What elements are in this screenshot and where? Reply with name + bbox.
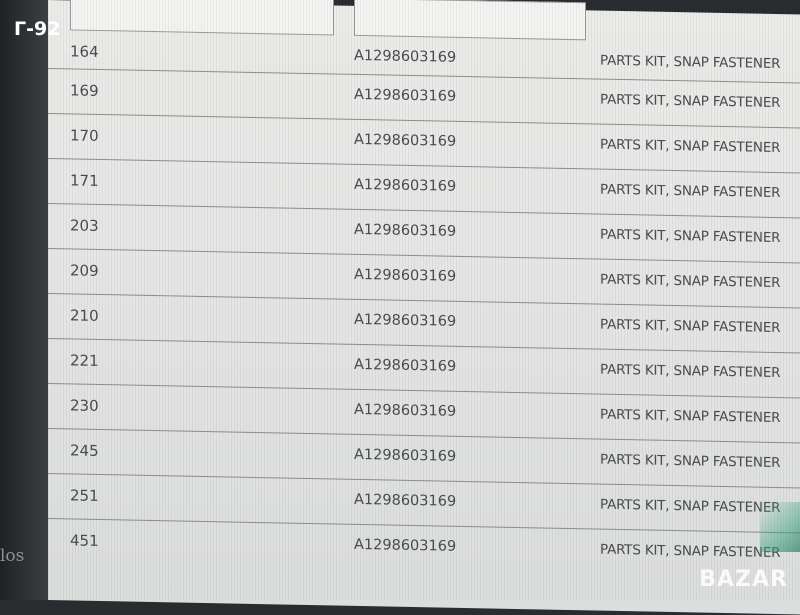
description-cell: PARTS KIT, SNAP FASTENER	[600, 91, 781, 112]
position-cell: 245	[70, 441, 99, 460]
filter-field-part-number[interactable]	[354, 0, 586, 41]
position-cell: 230	[70, 396, 99, 415]
position-cell: 451	[70, 531, 99, 550]
position-cell: 209	[70, 261, 99, 280]
watermark-text: BAZAR	[699, 567, 788, 592]
part-number-cell: A1298603169	[354, 401, 457, 420]
description-cell: PARTS KIT, SNAP FASTENER	[600, 136, 781, 157]
position-cell: 210	[70, 306, 99, 325]
part-number-cell: A1298603169	[354, 446, 457, 465]
position-cell: 203	[70, 216, 99, 235]
position-cell: 171	[70, 171, 99, 190]
position-cell: 164	[70, 42, 99, 61]
position-cell: 221	[70, 351, 99, 370]
description-cell: PARTS KIT, SNAP FASTENER	[600, 541, 781, 562]
part-number-cell: A1298603169	[354, 356, 457, 375]
filter-field-position[interactable]	[70, 0, 334, 36]
description-cell: PARTS KIT, SNAP FASTENER	[600, 451, 781, 472]
description-cell: PARTS KIT, SNAP FASTENER	[600, 316, 781, 337]
partial-side-label: los	[0, 546, 25, 566]
part-number-cell: A1298603169	[354, 491, 457, 510]
parts-catalog-screen: 164 A1298603169 PARTS KIT, SNAP FASTENER…	[48, 0, 800, 615]
description-cell: PARTS KIT, SNAP FASTENER	[600, 271, 781, 292]
position-cell: 169	[70, 81, 99, 100]
monitor-bezel	[0, 0, 50, 600]
description-cell: PARTS KIT, SNAP FASTENER	[600, 496, 781, 517]
listing-code-badge: Г-92	[14, 18, 61, 40]
position-cell: 251	[70, 486, 99, 505]
part-number-cell: A1298603169	[354, 536, 457, 555]
description-cell: PARTS KIT, SNAP FASTENER	[600, 226, 781, 247]
part-number-cell: A1298603169	[354, 47, 457, 66]
part-number-cell: A1298603169	[354, 176, 457, 195]
watermark-logo: BAZAR	[699, 567, 788, 592]
part-number-cell: A1298603169	[354, 86, 457, 105]
watermark-logo-shape	[760, 502, 800, 552]
position-cell: 170	[70, 126, 99, 145]
description-cell: PARTS KIT, SNAP FASTENER	[600, 361, 781, 382]
part-number-cell: A1298603169	[354, 131, 457, 150]
description-cell: PARTS KIT, SNAP FASTENER	[600, 406, 781, 427]
parts-table: 164 A1298603169 PARTS KIT, SNAP FASTENER…	[48, 30, 800, 578]
description-cell: PARTS KIT, SNAP FASTENER	[600, 52, 781, 73]
part-number-cell: A1298603169	[354, 221, 457, 240]
part-number-cell: A1298603169	[354, 266, 457, 285]
part-number-cell: A1298603169	[354, 311, 457, 330]
description-cell: PARTS KIT, SNAP FASTENER	[600, 181, 781, 202]
